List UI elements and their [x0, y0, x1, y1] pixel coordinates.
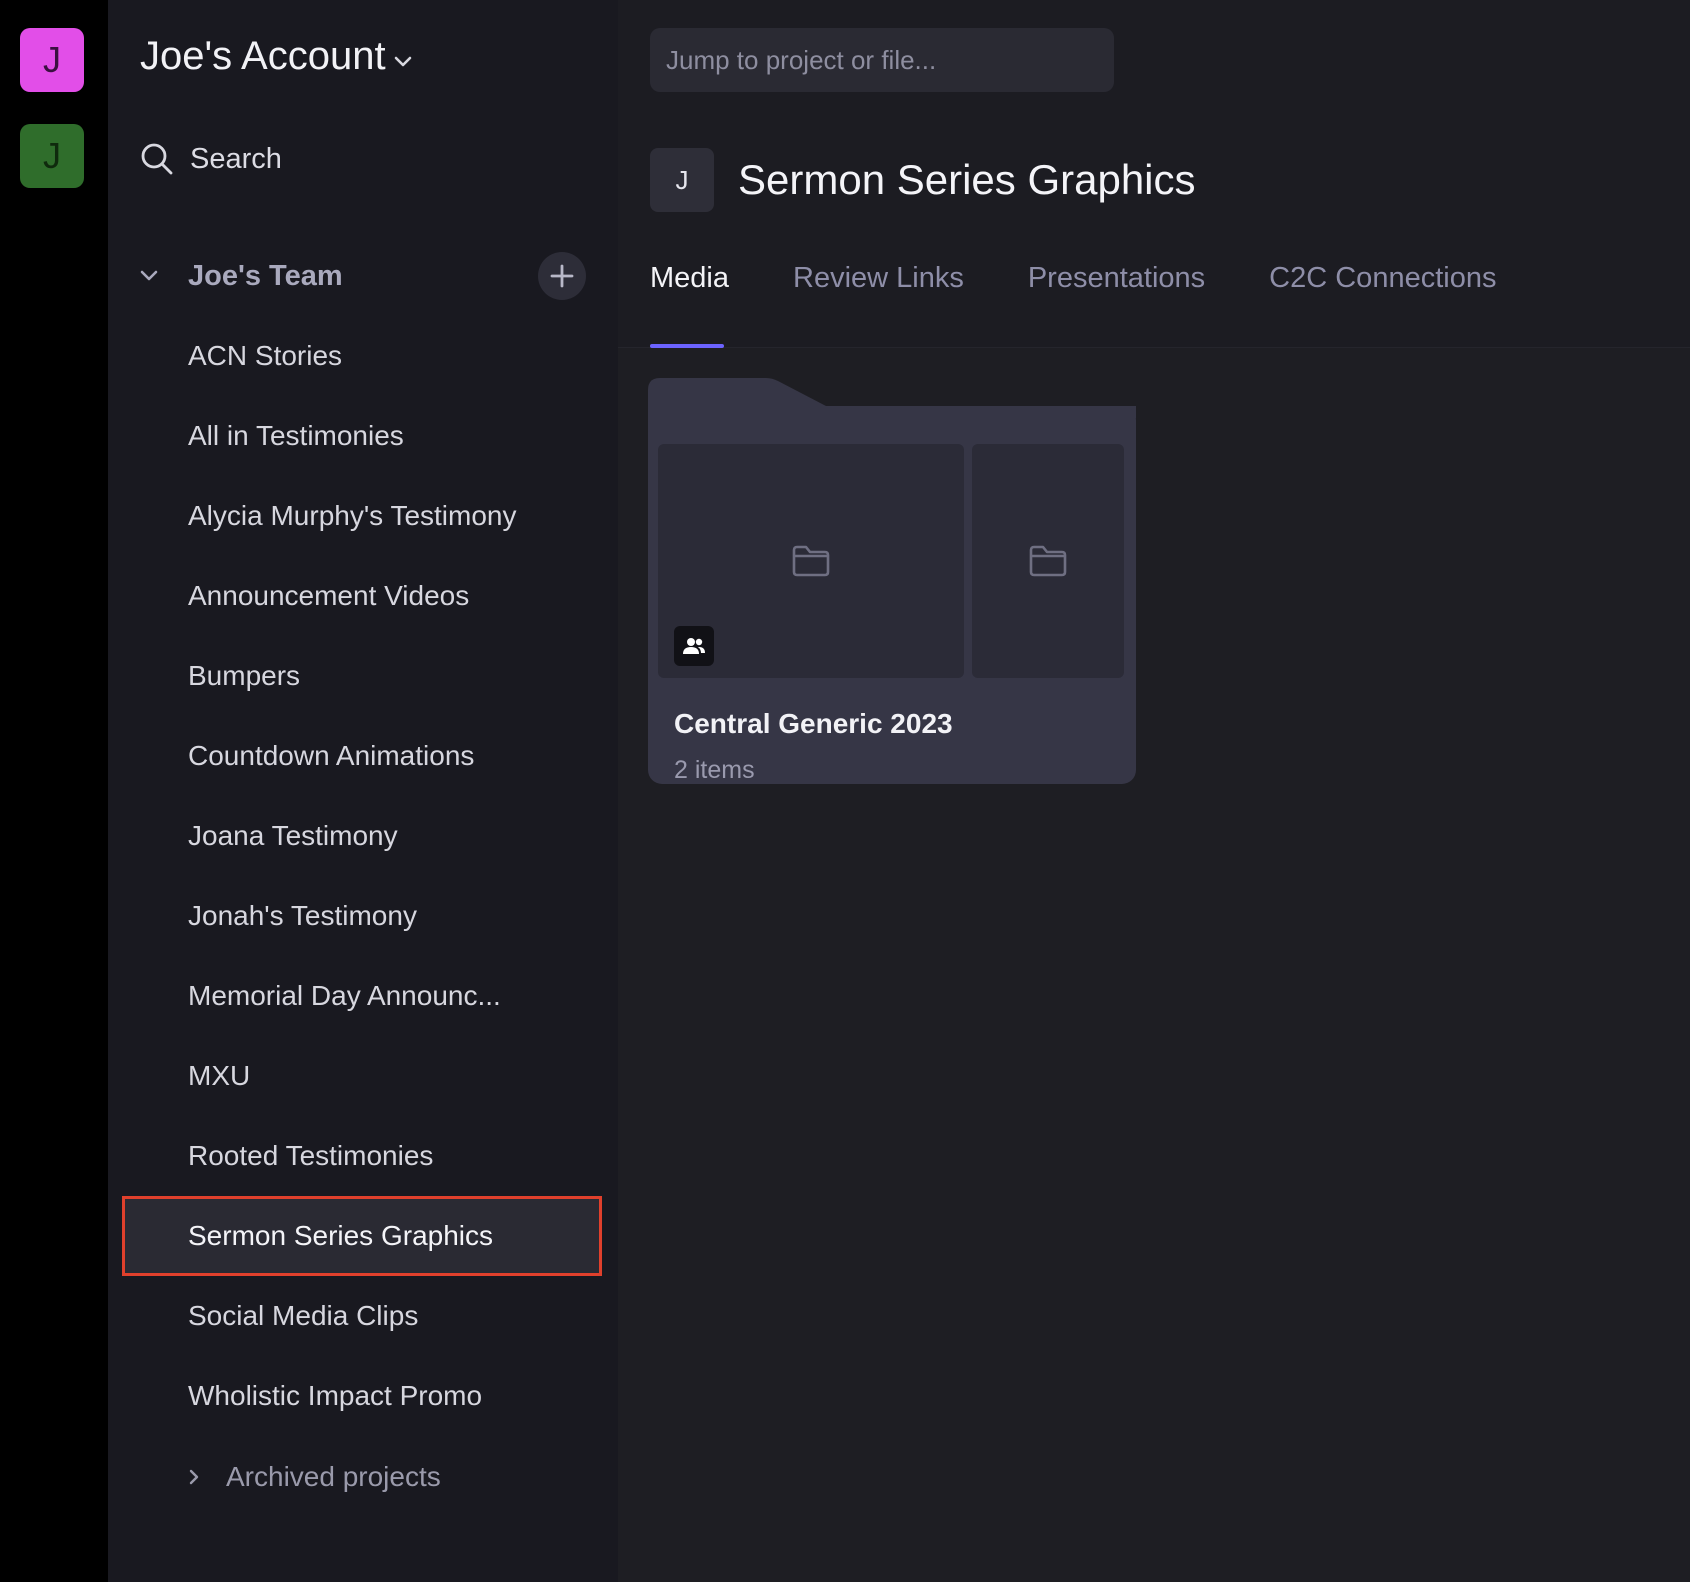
folder-card[interactable]: Central Generic 2023 2 items: [648, 378, 1136, 784]
tab-bar: Media Review Links Presentations C2C Con…: [650, 262, 1560, 348]
project-header: J Sermon Series Graphics Media Review Li…: [618, 0, 1690, 348]
tab-review-links[interactable]: Review Links: [793, 262, 964, 348]
project-item[interactable]: ACN Stories: [122, 316, 602, 396]
project-item[interactable]: Wholistic Impact Promo: [122, 1356, 602, 1436]
chevron-down-icon: [394, 56, 411, 66]
project-item[interactable]: Rooted Testimonies: [122, 1116, 602, 1196]
project-item[interactable]: Countdown Animations: [122, 716, 602, 796]
project-item[interactable]: Social Media Clips: [122, 1276, 602, 1356]
chevron-down-icon: [140, 270, 158, 281]
account-name: Joe's Account: [140, 34, 386, 78]
project-item[interactable]: Jonah's Testimony: [122, 876, 602, 956]
account-avatar-secondary[interactable]: J: [20, 124, 84, 188]
jump-to-search-input[interactable]: [650, 28, 1114, 92]
account-avatar-primary[interactable]: J: [20, 28, 84, 92]
team-collapse-toggle[interactable]: [140, 270, 188, 282]
sidebar-search[interactable]: Search: [140, 142, 282, 176]
folder-thumbnail: [972, 444, 1124, 678]
folder-icon: [792, 545, 830, 577]
tab-presentations[interactable]: Presentations: [1028, 262, 1205, 348]
shared-users-icon: [674, 626, 714, 666]
account-rail: J J: [0, 0, 108, 1582]
project-item[interactable]: Bumpers: [122, 636, 602, 716]
folder-item-count: 2 items: [674, 756, 755, 784]
team-name[interactable]: Joe's Team: [188, 260, 343, 293]
chevron-right-icon: [189, 1469, 199, 1485]
project-item-selected[interactable]: Sermon Series Graphics: [122, 1196, 602, 1276]
tab-media[interactable]: Media: [650, 262, 729, 348]
project-item[interactable]: Joana Testimony: [122, 796, 602, 876]
archived-projects-label: Archived projects: [226, 1461, 441, 1492]
project-title-row: J Sermon Series Graphics: [650, 148, 1196, 212]
search-label: Search: [190, 142, 282, 175]
account-switcher[interactable]: Joe's Account: [140, 34, 412, 79]
search-icon: [141, 143, 173, 175]
folder-body: Central Generic 2023 2 items: [648, 406, 1136, 784]
team-header: Joe's Team: [140, 250, 586, 302]
main-content: J Sermon Series Graphics Media Review Li…: [618, 0, 1690, 1582]
tab-c2c-connections[interactable]: C2C Connections: [1269, 262, 1496, 348]
project-list: ACN Stories All in Testimonies Alycia Mu…: [122, 316, 602, 1436]
project-item[interactable]: Alycia Murphy's Testimony: [122, 476, 602, 556]
project-item[interactable]: Announcement Videos: [122, 556, 602, 636]
project-avatar: J: [650, 148, 714, 212]
folder-name: Central Generic 2023: [674, 708, 953, 739]
archived-projects-toggle[interactable]: Archived projects: [188, 1452, 441, 1502]
sidebar: Joe's Account Search Joe's Team ACN Stor…: [108, 0, 618, 1582]
page-title: Sermon Series Graphics: [738, 156, 1196, 203]
plus-icon: [550, 264, 574, 288]
project-item[interactable]: All in Testimonies: [122, 396, 602, 476]
folder-icon: [1029, 545, 1067, 577]
add-project-button[interactable]: [538, 252, 586, 300]
project-item[interactable]: MXU: [122, 1036, 602, 1116]
project-item[interactable]: Memorial Day Announc...: [122, 956, 602, 1036]
